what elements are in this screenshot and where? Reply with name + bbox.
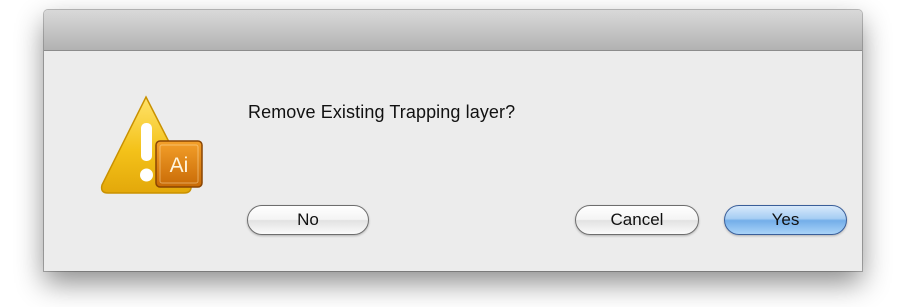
adobe-illustrator-badge-icon: Ai <box>155 140 203 188</box>
dialog-body: Ai Remove Existing Trapping layer? No Ca… <box>44 51 862 271</box>
warning-app-icon: Ai <box>100 95 203 194</box>
svg-text:Ai: Ai <box>170 154 189 177</box>
no-button[interactable]: No <box>247 205 369 235</box>
dialog-titlebar[interactable] <box>44 10 862 51</box>
yes-button[interactable]: Yes <box>724 205 847 235</box>
screen: Ai Remove Existing Trapping layer? No Ca… <box>0 0 920 307</box>
alert-message: Remove Existing Trapping layer? <box>248 102 516 122</box>
cancel-button[interactable]: Cancel <box>575 205 699 235</box>
alert-dialog: Ai Remove Existing Trapping layer? No Ca… <box>44 10 862 271</box>
